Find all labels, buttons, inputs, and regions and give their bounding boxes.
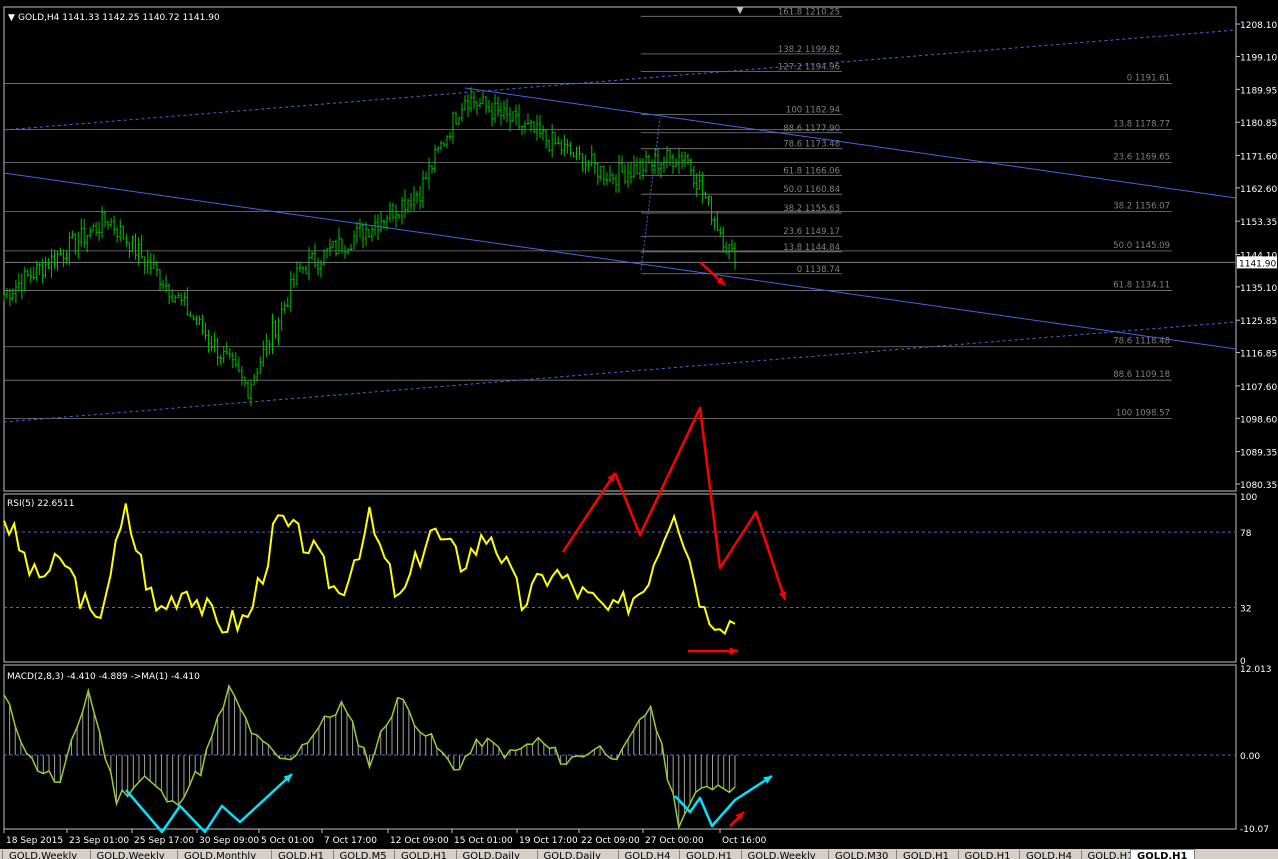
macd-header: MACD(2,8,3) -4.410 -4.889 ->MA(1) -4.410 (7, 672, 200, 682)
fib-level-label: 161.8 1210.25 (778, 7, 840, 17)
time-tick-label: 19 Oct 17:00 (519, 836, 578, 846)
time-tick-label: 15 Oct 01:00 (454, 836, 513, 846)
price-tick-label: 1208.10 (1240, 21, 1277, 31)
time-tick-label: 18 Sep 2015 (6, 836, 63, 846)
macd-axis-label: 0.00 (1240, 752, 1260, 762)
chart-tab[interactable]: GOLD,M5 (332, 850, 393, 859)
time-tick-label: 22 Oct 09:00 (581, 836, 640, 846)
fib-level-label: 100 1098.57 (1116, 408, 1170, 418)
macd-axis-label: 12.013 (1240, 665, 1272, 675)
time-tick-label: 25 Sep 17:00 (134, 836, 194, 846)
price-tick-label: 1153.35 (1240, 218, 1277, 228)
rsi-axis-label: 78 (1240, 529, 1252, 539)
rsi-header: RSI(5) 22.6511 (7, 499, 74, 509)
chart-window[interactable]: 161.8 1210.25 138.2 1199.82 127.2 1194.96 1… (0, 0, 1278, 859)
chart-tab[interactable]: GOLD,H1 (679, 850, 738, 859)
price-tick-label: 1089.35 (1240, 449, 1277, 459)
time-tick-label: 7 Oct 17:00 (324, 836, 377, 846)
chart-tab[interactable]: GOLD,H1 (394, 850, 453, 859)
fib-level-label: 50.0 1160.84 (783, 185, 840, 195)
price-tick-label: 1125.85 (1240, 317, 1277, 327)
chart-tab[interactable]: GOLD,Weekly (740, 850, 822, 859)
price-tick-label: 1162.60 (1240, 185, 1277, 195)
macd-axis-label: -10.07 (1240, 825, 1269, 835)
chart-tabs: GOLD,Weekly GOLD,Weekly GOLD,Monthly GOLD,H… (0, 849, 1278, 859)
price-tick-label: 1107.60 (1240, 383, 1277, 393)
price-tick-label: 1180.85 (1240, 119, 1277, 129)
rsi-axis-label: 32 (1240, 605, 1251, 615)
fib-level-label: 88.6 1177.90 (783, 124, 840, 134)
fib-level-label: 100 1182.94 (786, 106, 840, 116)
chart-tab[interactable]: GOLD,H4 (617, 850, 677, 859)
fib-level-label: 13.8 1144.84 (783, 243, 840, 253)
chart-header-arrow: ▼ (8, 13, 15, 23)
time-tick-label: 5 Oct 01:00 (261, 836, 314, 846)
fib-level-label: 78.6 1173.48 (783, 140, 840, 150)
scroll-top-arrow: ▼ (737, 6, 744, 16)
chart-canvas[interactable]: 161.8 1210.25 138.2 1199.82 127.2 1194.96 1… (0, 0, 1278, 849)
chart-tab[interactable]: GOLD,Daily (536, 850, 607, 859)
fib-level-label: 50.0 1145.09 (1113, 241, 1170, 251)
current-price-label: 1141.90 (1239, 259, 1276, 269)
price-tick-label: 1098.60 (1240, 415, 1277, 425)
chart-symbol-header: GOLD,H4 1141.33 1142.25 1140.72 1141.90 (18, 13, 220, 23)
price-tick-label: 1116.85 (1240, 350, 1277, 360)
time-tick-label: 12 Oct 09:00 (390, 836, 449, 846)
time-tick-label: 30 Sep 09:00 (199, 836, 259, 846)
fib-level-label: 138.2 1199.82 (778, 45, 840, 55)
fib-level-label: 0 1191.61 (1127, 73, 1170, 83)
rsi-axis-label: 100 (1240, 493, 1257, 503)
price-tick-label: 1135.10 (1240, 284, 1277, 294)
chart-tab-active[interactable]: GOLD,H1 (1130, 849, 1195, 859)
price-tick-label: 1189.95 (1240, 86, 1277, 96)
fib-level-label: 38.2 1156.07 (1113, 201, 1170, 211)
chart-tab[interactable]: GOLD,H1 (957, 850, 1017, 859)
chart-tab[interactable]: GOLD,Weekly (89, 850, 171, 859)
time-tick-label: 23 Sep 01:00 (69, 836, 129, 846)
price-tick-label: 1080.35 (1240, 481, 1277, 491)
chart-tab[interactable]: GOLD,H1 (271, 850, 330, 859)
fib-level-label: 88.6 1109.18 (1113, 370, 1170, 380)
price-tick-label: 1171.60 (1240, 152, 1277, 162)
fib-level-label: 127.2 1194.96 (778, 62, 840, 72)
chart-tab[interactable]: GOLD,H4 (1019, 850, 1078, 859)
chart-tab[interactable]: GOLD,M30 (828, 850, 894, 859)
fib-level-label: 61.8 1134.11 (1113, 280, 1170, 290)
fib-level-label: 61.8 1166.06 (783, 166, 840, 176)
time-tick-label: 27 Oct 00:00 (645, 836, 704, 846)
chart-tab[interactable]: GOLD,Daily (455, 850, 526, 859)
time-tick-label: Oct 16:00 (722, 836, 767, 846)
price-tick-label: 1199.10 (1240, 53, 1277, 63)
fib-level-label: 23.6 1169.65 (1113, 152, 1170, 162)
fib-level-label: 38.2 1155.63 (783, 204, 840, 214)
chart-tab[interactable]: GOLD,Monthly (177, 850, 262, 859)
chart-tab[interactable]: GOLD,Weekly (2, 850, 83, 859)
fib-level-label: 23.6 1149.17 (783, 227, 840, 237)
chart-tab[interactable]: GOLD,H1 (896, 850, 955, 859)
fib-level-label: 0 1138.74 (797, 265, 840, 275)
fib-level-label: 13.8 1178.77 (1113, 120, 1170, 130)
